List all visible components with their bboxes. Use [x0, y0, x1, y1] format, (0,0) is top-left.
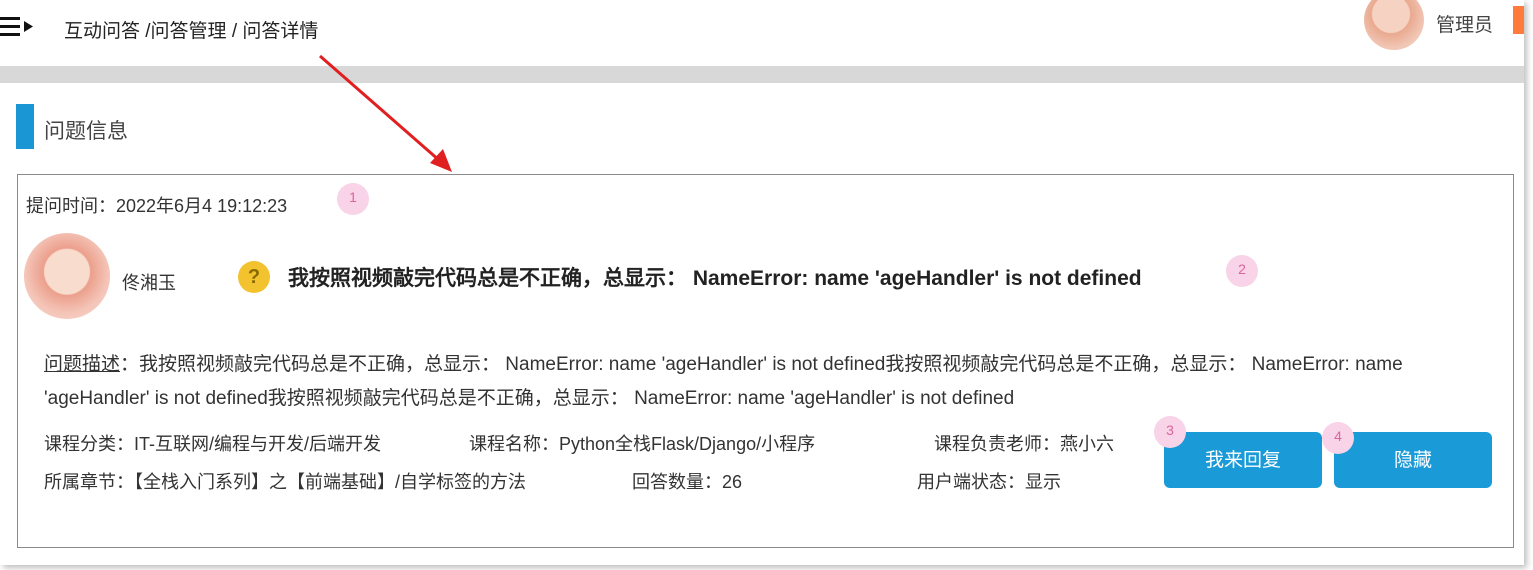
- answer-count: 回答数量：26: [632, 472, 743, 492]
- menu-icon[interactable]: [0, 14, 34, 40]
- hide-button[interactable]: 隐藏: [1334, 432, 1492, 488]
- top-bar: 互动问答 /问答管理 / 问答详情 管理员: [0, 0, 1524, 66]
- marker-1: 1: [337, 183, 369, 215]
- app-window: 互动问答 /问答管理 / 问答详情 管理员 问题信息 提问时间：2022年6月4…: [0, 0, 1524, 565]
- section-marker: [16, 104, 34, 149]
- question-title: 我按照视频敲完代码总是不正确，总显示： NameError: name 'age…: [288, 267, 1142, 290]
- course-category: 课程分类：IT-互联网/编程与开发/后端开发: [44, 434, 381, 454]
- client-status: 用户端状态：显示: [917, 472, 1061, 492]
- question-icon: ?: [238, 261, 270, 293]
- user-avatar: [24, 233, 110, 319]
- question-time: 提问时间：2022年6月4 19:12:23: [26, 196, 288, 216]
- chapter: 所属章节：【全栈入门系列】之【前端基础】/自学标签的方法: [44, 472, 526, 492]
- marker-2: 2: [1226, 255, 1258, 287]
- admin-avatar[interactable]: [1364, 0, 1424, 50]
- admin-label[interactable]: 管理员: [1436, 10, 1493, 37]
- reply-button[interactable]: 我来回复: [1164, 432, 1322, 488]
- section-title: 问题信息: [44, 120, 128, 143]
- header-divider: [0, 66, 1524, 83]
- marker-3: 3: [1154, 416, 1186, 448]
- course-name: 课程名称：Python全栈Flask/Django/小程序: [469, 434, 816, 454]
- breadcrumb[interactable]: 互动问答 /问答管理 / 问答详情: [64, 16, 318, 43]
- description-label: 问题描述: [44, 354, 121, 375]
- username: 佟湘玉: [122, 273, 176, 293]
- course-teacher: 课程负责老师：燕小六: [934, 434, 1114, 454]
- description-overflow-mask: [1190, 378, 1490, 410]
- marker-4: 4: [1322, 422, 1354, 454]
- side-badge[interactable]: [1513, 6, 1524, 34]
